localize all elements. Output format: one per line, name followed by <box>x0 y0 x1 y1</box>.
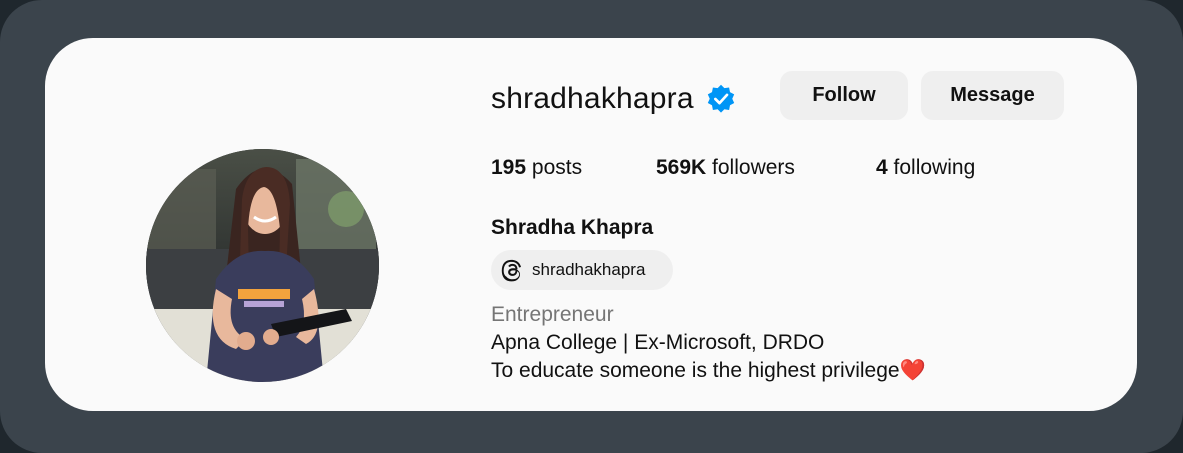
following-stat[interactable]: 4 following <box>876 156 975 180</box>
full-name: Shradha Khapra <box>491 216 654 239</box>
following-label: following <box>893 156 976 179</box>
username-row: shradhakhapra <box>491 78 736 120</box>
profile-header-card: shradhakhapra Follow Message 195 posts 5… <box>45 38 1137 411</box>
threads-icon <box>501 259 521 282</box>
threads-link-chip[interactable]: shradhakhapra <box>491 250 673 290</box>
followers-stat[interactable]: 569K followers <box>656 156 795 180</box>
message-button[interactable]: Message <box>921 71 1064 120</box>
verified-badge-icon <box>707 84 734 113</box>
threads-handle: shradhakhapra <box>532 260 646 279</box>
username: shradhakhapra <box>491 82 694 115</box>
bio-line: Apna College | Ex-Microsoft, DRDO <box>491 331 825 354</box>
profile-category: Entrepreneur <box>491 303 614 326</box>
avatar-photo-icon <box>146 149 379 382</box>
posts-label: posts <box>531 156 583 179</box>
bio-line: To educate someone is the highest privil… <box>491 359 926 382</box>
followers-count: 569K <box>656 156 707 179</box>
profile-avatar[interactable] <box>146 149 379 382</box>
followers-label: followers <box>712 156 795 179</box>
posts-count: 195 <box>491 156 527 179</box>
screen-frame: shradhakhapra Follow Message 195 posts 5… <box>0 0 1183 453</box>
follow-button[interactable]: Follow <box>780 71 908 120</box>
posts-stat[interactable]: 195 posts <box>491 156 582 180</box>
following-count: 4 <box>876 156 888 179</box>
